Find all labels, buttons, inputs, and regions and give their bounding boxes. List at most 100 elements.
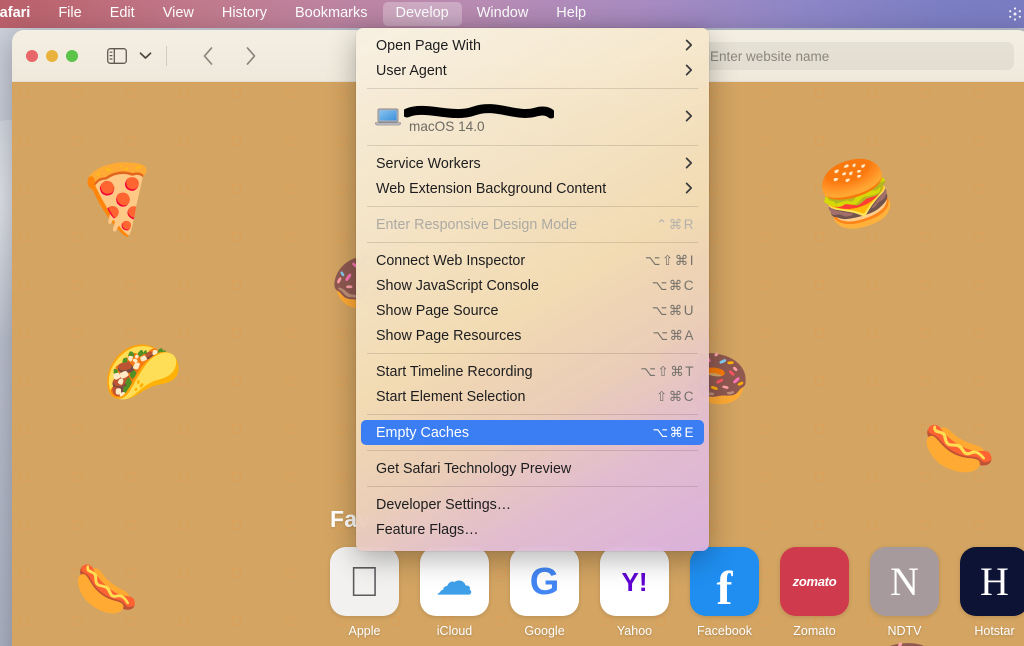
forward-arrow-icon[interactable]: [237, 43, 263, 69]
pattern-square: [815, 280, 824, 289]
menu-item[interactable]: Empty Caches ⌥⌘E: [361, 420, 704, 445]
menu-item-label: Show JavaScript Console: [376, 277, 539, 294]
menu-item[interactable]: Start Element Selection ⇧⌘C: [361, 384, 704, 409]
pattern-square: [815, 424, 824, 433]
favorite-glyph: ☁: [436, 560, 473, 602]
taco-icon: 🌮: [99, 334, 186, 415]
menu-item[interactable]: Show JavaScript Console ⌥⌘C: [361, 273, 704, 298]
pattern-square: [20, 280, 29, 289]
favorite-label: iCloud: [436, 624, 473, 638]
pattern-square: [338, 184, 347, 193]
menu-item-label: Service Workers: [376, 155, 481, 172]
close-button[interactable]: [26, 49, 38, 62]
pattern-square: [921, 472, 930, 481]
pattern-square: [709, 376, 718, 385]
sidebar-toggle-icon[interactable]: [104, 43, 130, 69]
pattern-square: [709, 328, 718, 337]
pattern-square: [338, 232, 347, 241]
menubar-item-label: Develop: [395, 5, 449, 21]
pattern-square: [126, 568, 135, 577]
pattern-square: [20, 568, 29, 577]
pattern-square: [232, 328, 241, 337]
menubar-item-help[interactable]: Help: [543, 2, 599, 26]
pattern-square: [921, 520, 930, 529]
favorite-item[interactable]: G Google: [510, 547, 579, 638]
menu-item-label: Developer Settings…: [376, 496, 512, 513]
menu-item[interactable]: Get Safari Technology Preview: [361, 456, 704, 481]
favorite-label: Google: [524, 624, 565, 638]
favorite-item[interactable]:  Apple: [330, 547, 399, 638]
menu-item[interactable]: Web Extension Background Content: [361, 176, 704, 201]
pattern-square: [974, 184, 983, 193]
menubar-item-develop[interactable]: Develop: [382, 2, 462, 26]
icloud-icon[interactable]: ☁: [420, 547, 489, 616]
menu-item-label: Enter Responsive Design Mode: [376, 216, 578, 233]
pattern-square: [126, 280, 135, 289]
chevron-down-icon[interactable]: [132, 43, 158, 69]
menubar-item-history[interactable]: History: [209, 2, 280, 26]
yahoo-logo-icon[interactable]: Y!: [600, 547, 669, 616]
favorite-label: Hotstar: [974, 624, 1015, 638]
menu-item[interactable]: Open Page With: [361, 33, 704, 58]
pattern-square: [868, 376, 877, 385]
menu-item-shortcut: ⌃⌘R: [655, 216, 695, 232]
menu-item-shortcut: ⌥⌘E: [652, 424, 695, 440]
pattern-square: [20, 376, 29, 385]
menubar-item-edit[interactable]: Edit: [97, 2, 148, 26]
favorite-glyph: Y!: [621, 566, 648, 597]
favorite-item[interactable]: ☁ iCloud: [420, 547, 489, 638]
favorite-item[interactable]: zomato Zomato: [780, 547, 849, 638]
menu-item[interactable]: Start Timeline Recording ⌥⇧⌘T: [361, 359, 704, 384]
pattern-square: [285, 616, 294, 625]
ndtv-logo-icon[interactable]: N: [870, 547, 939, 616]
favorite-item[interactable]: N NDTV: [870, 547, 939, 638]
pattern-square: [232, 520, 241, 529]
menubar-item-view[interactable]: View: [150, 2, 207, 26]
hotstar-logo-icon[interactable]: H: [960, 547, 1024, 616]
pattern-square: [126, 184, 135, 193]
menu-item[interactable]: User Agent: [361, 58, 704, 83]
menu-item-label: Connect Web Inspector: [376, 252, 526, 269]
zoom-button[interactable]: [66, 49, 78, 62]
menubar-item-file[interactable]: File: [45, 2, 94, 26]
menu-item[interactable]: Show Page Resources ⌥⌘A: [361, 323, 704, 348]
pattern-square: [285, 472, 294, 481]
pattern-square: [285, 568, 294, 577]
menu-item[interactable]: Developer Settings…: [361, 492, 704, 517]
menu-separator: [367, 450, 698, 451]
back-arrow-icon[interactable]: [195, 43, 221, 69]
pattern-square: [815, 184, 824, 193]
favorite-item[interactable]: H Hotstar: [960, 547, 1024, 638]
submenu-chevron-icon: [685, 38, 693, 54]
zomato-logo-icon[interactable]: zomato: [780, 547, 849, 616]
pattern-square: [179, 472, 188, 481]
favorite-label: NDTV: [887, 624, 922, 638]
pattern-square: [974, 88, 983, 97]
menu-item[interactable]: Service Workers: [361, 151, 704, 176]
minimize-button[interactable]: [46, 49, 58, 62]
control-center-icon[interactable]: [996, 5, 1022, 23]
menubar-item-window[interactable]: Window: [464, 2, 542, 26]
pattern-square: [974, 280, 983, 289]
pattern-square: [20, 424, 29, 433]
pattern-square: [73, 184, 82, 193]
google-logo-icon[interactable]: G: [510, 547, 579, 616]
pattern-square: [921, 136, 930, 145]
favorite-item[interactable]: Y! Yahoo: [600, 547, 669, 638]
menu-item[interactable]: Feature Flags…: [361, 517, 704, 542]
menubar-item-bookmarks[interactable]: Bookmarks: [282, 2, 381, 26]
pattern-square: [762, 520, 771, 529]
pattern-square: [179, 328, 188, 337]
menu-item[interactable]: Connect Web Inspector ⌥⇧⌘I: [361, 248, 704, 273]
menu-item[interactable]: Show Page Source ⌥⌘U: [361, 298, 704, 323]
pattern-square: [815, 520, 824, 529]
favorite-item[interactable]: f Facebook: [690, 547, 759, 638]
pattern-square: [73, 328, 82, 337]
apple-logo-icon[interactable]: : [330, 547, 399, 616]
menu-item-device[interactable]: macOS 14.0: [361, 94, 704, 140]
facebook-logo-icon[interactable]: f: [690, 547, 759, 616]
pattern-square: [868, 232, 877, 241]
menu-item-label: Show Page Source: [376, 302, 499, 319]
pattern-square: [974, 328, 983, 337]
menubar-item-safari[interactable]: Safari: [0, 2, 43, 26]
